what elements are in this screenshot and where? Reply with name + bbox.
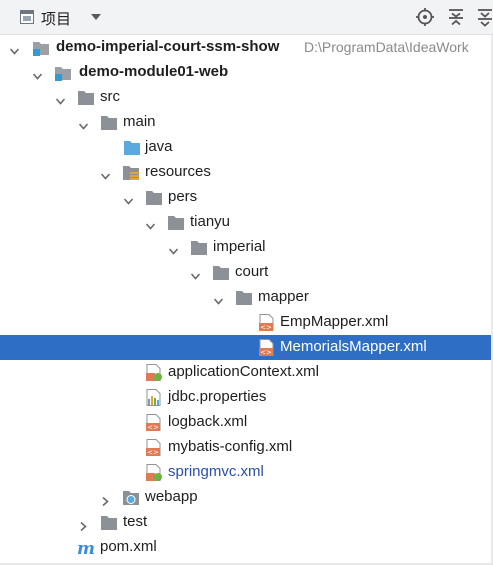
resources-folder-icon: [122, 164, 140, 181]
tree-item-label: applicationContext.xml: [168, 363, 319, 380]
chevron-down-icon[interactable]: [168, 243, 179, 255]
tree-item-label: webapp: [145, 488, 198, 505]
tree-item-label: imperial: [213, 238, 266, 255]
tree-item-src[interactable]: src: [0, 85, 493, 110]
tree-item-java[interactable]: java: [0, 135, 493, 160]
tree-item-springmvc-xml[interactable]: springmvc.xml: [0, 460, 493, 485]
tree-item-demo-imperial-court-ssm-show[interactable]: demo-imperial-court-ssm-show D:\ProgramD…: [0, 35, 493, 60]
folder-icon: [190, 239, 208, 256]
tree-item-label: pom.xml: [100, 538, 157, 555]
folder-icon: [167, 214, 185, 231]
chevron-right-icon[interactable]: [101, 493, 110, 507]
xml-file-icon: <>: [145, 414, 163, 432]
tree-item-label: pers: [168, 188, 198, 205]
folder-icon: [145, 189, 163, 206]
folder-icon: [235, 289, 253, 306]
tree-item-webapp[interactable]: webapp: [0, 485, 493, 510]
svg-text:<>: <>: [260, 324, 272, 332]
folder-icon: [77, 89, 95, 106]
project-view-title[interactable]: 项目: [41, 8, 71, 29]
tree-item-jdbc-properties[interactable]: jdbc.properties: [0, 385, 493, 410]
svg-text:m: m: [77, 539, 95, 556]
svg-text:<>: <>: [147, 424, 159, 432]
tree-item-label: java: [145, 138, 173, 155]
tree-item-label: test: [123, 513, 148, 530]
module-icon: [54, 64, 72, 81]
xml-file-icon: <>: [145, 439, 163, 457]
chevron-down-icon[interactable]: [55, 93, 66, 105]
chevron-down-icon[interactable]: [100, 168, 111, 180]
tree-item-empmapper-xml[interactable]: <> EmpMapper.xml: [0, 310, 493, 335]
tree-item-label: tianyu: [190, 213, 231, 230]
tree-item-label: main: [123, 113, 156, 130]
chevron-down-icon[interactable]: [123, 193, 134, 205]
tree-item-test[interactable]: test: [0, 510, 493, 535]
tree-item-pom-xml[interactable]: m pom.xml: [0, 535, 493, 560]
spring-xml-icon: [145, 464, 163, 481]
tree-item-imperial[interactable]: imperial: [0, 235, 493, 260]
tree-item-label: resources: [145, 163, 211, 180]
project-icon[interactable]: [20, 10, 34, 24]
tree-item-label: MemorialsMapper.xml: [280, 338, 427, 355]
tree-item-applicationcontext-xml[interactable]: applicationContext.xml: [0, 360, 493, 385]
tree-item-resources[interactable]: resources: [0, 160, 493, 185]
chevron-down-icon[interactable]: [213, 293, 224, 305]
chevron-down-icon[interactable]: [145, 218, 156, 230]
tree-item-label: court: [235, 263, 269, 280]
tree-item-label: jdbc.properties: [168, 388, 267, 405]
tree-item-tianyu[interactable]: tianyu: [0, 210, 493, 235]
xml-file-icon: <>: [258, 314, 276, 332]
svg-text:<>: <>: [260, 349, 272, 357]
tree-item-logback-xml[interactable]: <> logback.xml: [0, 410, 493, 435]
tree-item-label: logback.xml: [168, 413, 248, 430]
tree-item-label: mybatis-config.xml: [168, 438, 293, 455]
spring-xml-icon: [145, 364, 163, 381]
module-icon: [32, 39, 50, 56]
project-toolbar: 项目: [0, 0, 493, 35]
folder-icon: [100, 514, 118, 531]
svg-text:<>: <>: [147, 449, 159, 457]
tree-item-mapper[interactable]: mapper: [0, 285, 493, 310]
tree-item-mybatis-config-xml[interactable]: <> mybatis-config.xml: [0, 435, 493, 460]
tree-item-label: EmpMapper.xml: [280, 313, 389, 330]
dropdown-icon[interactable]: [91, 14, 101, 20]
collapse-all-icon[interactable]: [446, 7, 466, 27]
maven-icon: m: [77, 539, 95, 559]
tree-item-label: mapper: [258, 288, 309, 305]
chevron-down-icon[interactable]: [9, 43, 20, 55]
project-path: D:\ProgramData\IdeaWork: [304, 39, 469, 55]
folder-icon: [212, 264, 230, 281]
chevron-down-icon[interactable]: [32, 68, 43, 80]
tree-item-demo-module01-web[interactable]: demo-module01-web: [0, 60, 493, 85]
tree-item-label: src: [100, 88, 120, 105]
expand-all-icon[interactable]: [475, 7, 493, 27]
tree-item-memorialsmapper-xml[interactable]: <> MemorialsMapper.xml: [0, 335, 493, 360]
source-folder-icon: [123, 139, 141, 156]
locate-icon[interactable]: [415, 7, 435, 27]
tree-item-main[interactable]: main: [0, 110, 493, 135]
xml-file-icon: <>: [258, 339, 276, 357]
tree-item-label: demo-imperial-court-ssm-show: [56, 38, 280, 55]
properties-file-icon: [145, 389, 163, 406]
tree-item-label: demo-module01-web: [79, 63, 229, 80]
tree-item-pers[interactable]: pers: [0, 185, 493, 210]
tree-item-court[interactable]: court: [0, 260, 493, 285]
chevron-down-icon[interactable]: [190, 268, 201, 280]
chevron-down-icon[interactable]: [78, 118, 89, 130]
folder-icon: [100, 114, 118, 131]
web-folder-icon: [122, 489, 140, 506]
chevron-right-icon[interactable]: [79, 518, 88, 532]
tree-item-label: springmvc.xml: [168, 463, 264, 480]
